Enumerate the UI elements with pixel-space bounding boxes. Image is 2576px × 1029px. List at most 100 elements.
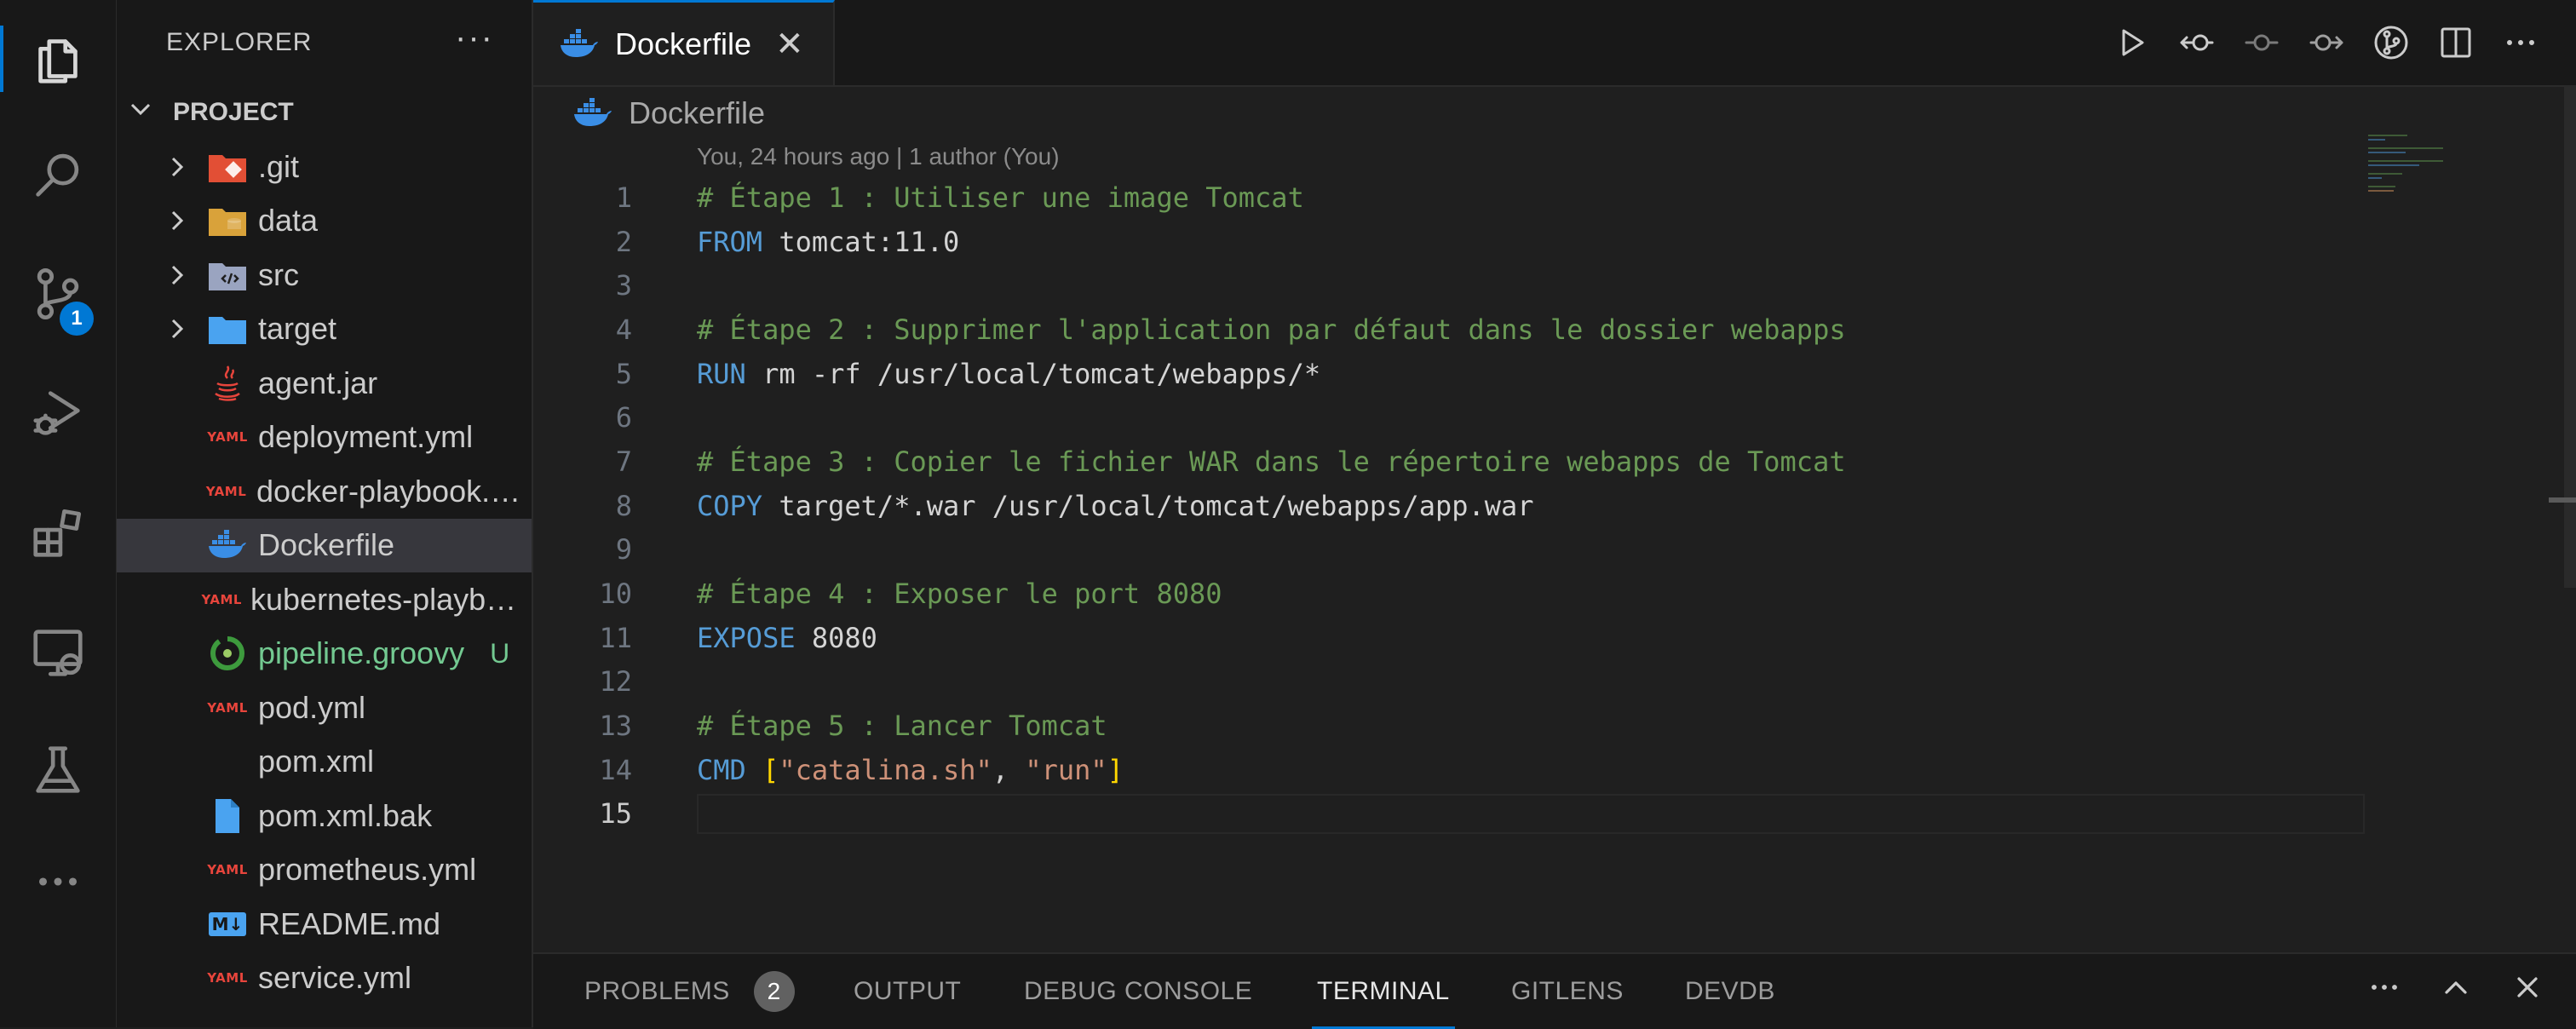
line-number: 8 [615,489,632,522]
line-number: 7 [615,445,632,478]
explorer-more-button[interactable]: ··· [455,19,494,57]
tab-devdb[interactable]: DEVDB [1685,954,1775,1029]
tab-terminal[interactable]: TERMINAL [1312,954,1455,1029]
source-control-icon[interactable]: 1 [0,247,116,341]
file-tree-item[interactable]: YAML docker-playbook.yml [117,464,532,519]
git-graph-icon[interactable] [2370,19,2412,66]
tab-terminal-label: TERMINAL [1317,977,1450,1005]
scrollbar-thumb[interactable] [2564,85,2576,588]
line-number: 12 [599,665,632,698]
tab-gitlens[interactable]: GITLENS [1511,954,1624,1029]
markdown-icon: M↓ [205,905,250,943]
code-token: "catalina.sh" [779,753,992,786]
explorer-icon[interactable] [0,12,116,106]
file-tree-item[interactable]: .git [117,140,532,194]
chevron-right-icon [117,155,205,179]
file-tree-item[interactable]: YAML pod.yml [117,681,532,735]
file-tree-item[interactable]: src [117,248,532,302]
gitlens-blame-lens[interactable]: You, 24 hours ago | 1 author (You) [697,143,1060,170]
code-line[interactable]: 11 EXPOSE 8080 [533,616,2365,660]
file-tree-item[interactable]: M↓ README.md [117,897,532,951]
more-actions-icon[interactable] [2499,19,2542,66]
next-change-icon[interactable] [2305,19,2348,66]
file-tree-item[interactable]: data [117,194,532,249]
database-folder-icon [205,202,250,239]
git-folder-icon [205,148,250,186]
extensions-icon[interactable] [0,486,116,579]
folder-icon [205,310,250,348]
code-line[interactable]: 15 [533,792,2365,836]
maximize-panel-icon[interactable] [2441,973,2470,1010]
code-line[interactable]: 4 # Étape 2 : Supprimer l'application par… [533,308,2365,352]
code-line[interactable]: 13 # Étape 5 : Lancer Tomcat [533,704,2365,748]
remote-explorer-icon[interactable] [0,605,116,698]
line-number: 15 [599,797,632,831]
code-line[interactable]: 7 # Étape 3 : Copier le fichier WAR dans … [533,440,2365,484]
line-number: 9 [615,533,632,566]
file-tree-item[interactable]: pom.xml.bak [117,789,532,843]
file-tree-item[interactable]: Dockerfile [117,518,532,572]
code-line[interactable]: 2 FROM tomcat:11.0 [533,220,2365,264]
java-icon [205,365,250,402]
code-token: # Étape 1 : Utiliser une image Tomcat [697,181,1304,214]
close-panel-icon[interactable] [2513,973,2542,1010]
code-line[interactable]: 3 [533,263,2365,308]
previous-change-icon[interactable] [2176,19,2218,66]
code-token: COPY [697,489,763,522]
code-line[interactable]: 9 [533,528,2365,572]
code-text: # Étape 5 : Lancer Tomcat [697,710,1107,742]
file-tree-item[interactable]: YAML kubernetes-playbook.yml [117,572,532,627]
tab-dockerfile[interactable]: Dockerfile ✕ [533,0,835,85]
file-tree-item[interactable]: pipeline.groovy U [117,627,532,681]
file-tree-item[interactable]: YAML deployment.yml [117,411,532,465]
file-name: agent.jar [258,365,378,400]
code-editor[interactable]: 1 # Étape 1 : Utiliser une image Tomcat 2 F… [533,175,2365,836]
line-number: 14 [599,753,632,786]
editor-scrollbar[interactable] [2542,85,2576,952]
run-icon[interactable] [2111,19,2153,66]
explorer-title: EXPLORER [166,28,313,56]
tab-output[interactable]: OUTPUT [854,954,961,1029]
code-token: "run" [1025,753,1107,786]
code-line[interactable]: 12 [533,660,2365,704]
minimap[interactable] [2368,135,2539,203]
code-line[interactable]: 1 # Étape 1 : Utiliser une image Tomcat [533,175,2365,220]
code-token: # Étape 2 : Supprimer l'application par … [697,313,1846,346]
file-tree-item[interactable]: agent.jar [117,356,532,411]
bottom-panel: PROBLEMS 2 OUTPUT DEBUG CONSOLE TERMINAL… [533,952,2576,1029]
more-actions-icon[interactable] [2370,973,2399,1010]
file-tree-item[interactable]: YAML prometheus.yml [117,843,532,898]
code-line[interactable]: 14 CMD ["catalina.sh", "run"] [533,748,2365,792]
breadcrumb-file: Dockerfile [629,95,766,130]
code-token: RUN [697,357,746,390]
file-name: docker-playbook.yml [256,473,532,509]
file-tree-item[interactable]: YAML service.yml [117,951,532,1006]
code-token: , [992,753,1026,786]
file-tree-item[interactable]: target [117,302,532,357]
code-line[interactable]: 5 RUN rm -rf /usr/local/tomcat/webapps/* [533,352,2365,396]
code-line[interactable]: 6 [533,395,2365,440]
search-icon[interactable] [0,128,116,221]
testing-icon[interactable] [0,724,116,818]
split-editor-icon[interactable] [2435,19,2477,66]
file-tree-item[interactable]: pom.xml [117,735,532,790]
more-icon[interactable] [0,835,116,928]
explorer-header: EXPLORER ··· [117,0,532,85]
run-debug-icon[interactable] [0,366,116,460]
timeline-icon[interactable] [2240,19,2283,66]
project-section-header[interactable]: PROJECT [117,85,532,140]
breadcrumb[interactable]: Dockerfile [572,92,765,135]
tab-problems[interactable]: PROBLEMS 2 [584,954,795,1029]
close-tab-icon[interactable]: ✕ [775,25,804,64]
pipeline-icon [205,635,250,672]
code-line[interactable]: 10 # Étape 4 : Exposer le port 8080 [533,572,2365,616]
file-name: service.yml [258,960,412,996]
line-number: 6 [615,401,632,434]
file-name: README.md [258,905,441,941]
line-number: 11 [599,621,632,654]
file-name: pom.xml.bak [258,797,433,833]
code-line[interactable]: 8 COPY target/*.war /usr/local/tomcat/web… [533,484,2365,528]
tab-debug-console[interactable]: DEBUG CONSOLE [1024,954,1252,1029]
yaml-icon: YAML [205,483,247,499]
